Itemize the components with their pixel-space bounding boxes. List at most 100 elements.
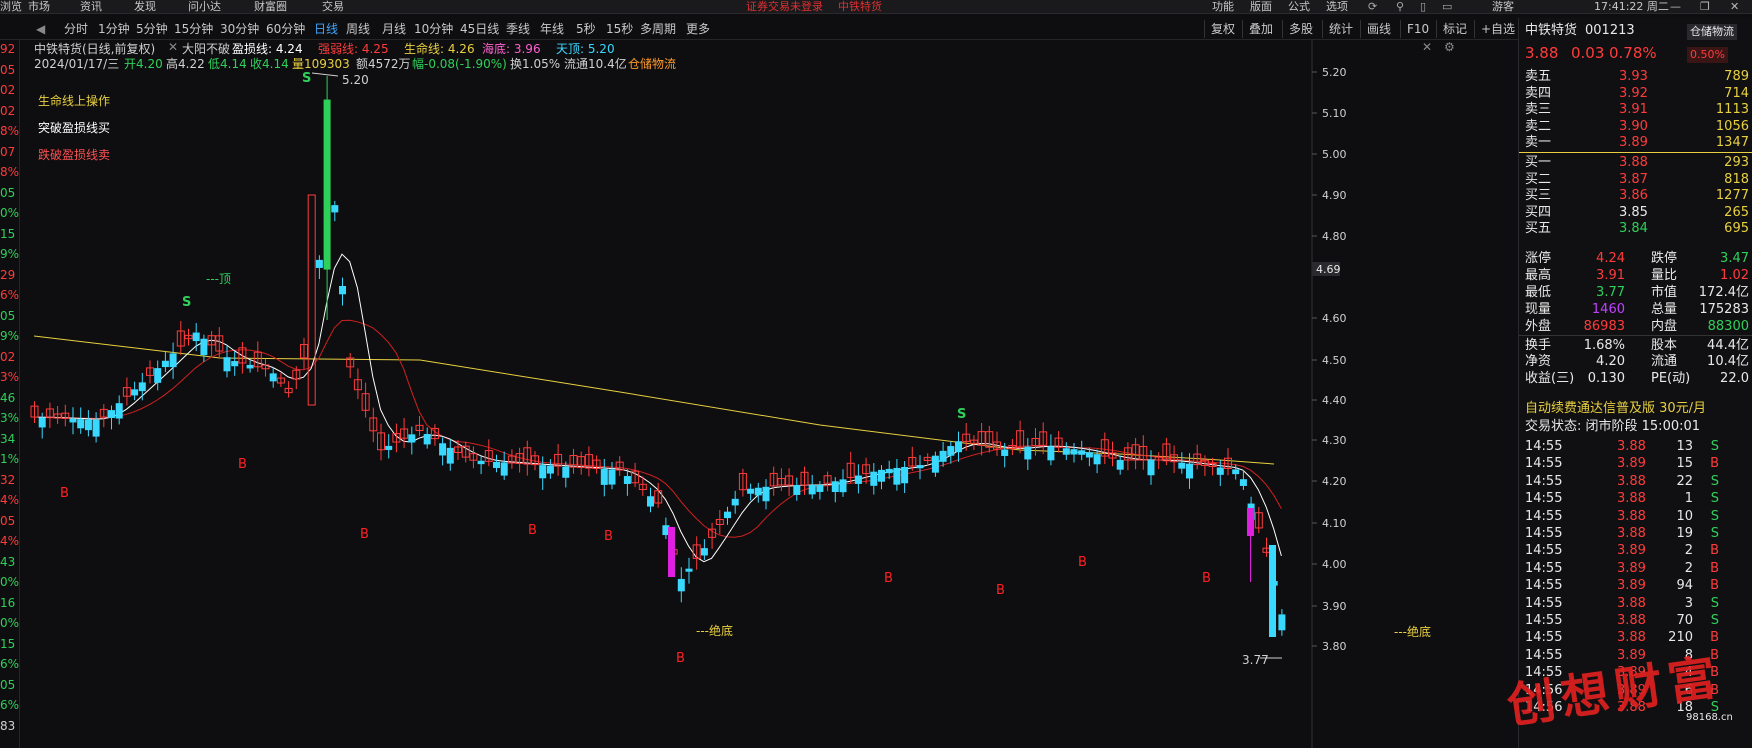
period-daily[interactable]: 日线 [314,20,338,38]
tick-row[interactable]: 14:55 3.88 70 S [1519,612,1752,630]
left-list-cell[interactable]: 05 [0,514,15,528]
period-60min[interactable]: 60分钟 [266,20,305,38]
minimize-icon[interactable]: — [1670,0,1681,13]
tool-multi-stock[interactable]: 多股 [1282,20,1313,38]
left-list-cell[interactable]: 05 [0,678,15,692]
asks-level[interactable]: 卖二 3.90 1056 [1519,118,1752,136]
left-list-cell[interactable]: 83 [0,719,15,733]
left-list-cell[interactable]: 34 [0,432,15,446]
left-list-cell[interactable]: 4% [0,534,19,548]
period-5min[interactable]: 5分钟 [136,20,168,38]
period-more[interactable]: 更多 [686,20,710,38]
tool-mark[interactable]: 标记 [1436,20,1467,38]
period-1min[interactable]: 1分钟 [98,20,130,38]
period-year[interactable]: 年线 [540,20,564,38]
tick-row[interactable]: 14:55 3.88 3 S [1519,595,1752,613]
period-15min[interactable]: 15分钟 [174,20,213,38]
left-list-cell[interactable]: 0% [0,575,19,589]
menu-market[interactable]: 市场 [28,0,50,13]
tick-row[interactable]: 14:56 3.88 18 S [1519,699,1752,717]
left-list-cell[interactable]: 02 [0,104,15,118]
refresh-icon[interactable]: ⟳ [1368,0,1377,13]
quote-sector-badge[interactable]: 仓储物流 [1687,24,1737,40]
tick-row[interactable]: 14:55 3.89 15 B [1519,455,1752,473]
tick-row[interactable]: 14:55 3.88 13 S [1519,438,1752,456]
period-multi[interactable]: 多周期 [640,20,676,38]
asks-level[interactable]: 卖三 3.91 1113 [1519,101,1752,119]
ad-banner[interactable]: 自动续费通达信普及版 30元/月 [1519,400,1752,418]
ad-text[interactable]: 自动续费通达信普及版 30元/月 [1525,400,1706,418]
tool-f10[interactable]: F10 [1400,20,1429,38]
menu-formula[interactable]: 公式 [1288,0,1310,13]
chart-gear-icon[interactable]: ⚙ [1444,40,1455,54]
left-list-cell[interactable]: 02 [0,350,15,364]
menu-trade[interactable]: 交易 [322,0,344,13]
toggle-icon[interactable]: ✕ [168,40,178,54]
tick-row[interactable]: 14:55 3.88 22 S [1519,473,1752,491]
left-list-cell[interactable]: 15 [0,227,15,241]
pin-icon[interactable]: ⚲ [1396,0,1404,13]
tick-row[interactable]: 14:55 3.89 2 B [1519,542,1752,560]
menu-caifuquan[interactable]: 财富圈 [254,0,287,13]
tick-row[interactable]: 14:55 3.89 8 B [1519,647,1752,665]
tick-row[interactable]: 14:55 3.88 19 S [1519,525,1752,543]
left-list-cell[interactable]: 02 [0,83,15,97]
left-list-cell[interactable]: 9% [0,247,19,261]
prev-icon[interactable]: ◀ [36,20,45,38]
tool-overlay[interactable]: 叠加 [1242,20,1273,38]
tick-row[interactable]: 14:55 3.89 2 B [1519,560,1752,578]
asks-level[interactable]: 卖一 3.89 1347 [1519,134,1752,152]
tick-row[interactable]: 14:55 3.88 1 S [1519,490,1752,508]
left-list-cell[interactable]: 16 [0,596,15,610]
period-45day[interactable]: 45日线 [460,20,499,38]
kline-chart[interactable]: 5.20 5.10 5.00 4.90 4.80 4.60 4.50 4.40 4.30 4.20… [20,40,1466,748]
chart-close-icon[interactable]: ✕ [1422,40,1432,54]
left-list-cell[interactable]: 3% [0,370,19,384]
menu-news[interactable]: 资讯 [80,0,102,13]
menu-layout[interactable]: 版面 [1250,0,1272,13]
period-5s[interactable]: 5秒 [576,20,596,38]
left-list-cell[interactable]: 3% [0,411,19,425]
left-list-cell[interactable]: 07 [0,145,15,159]
left-list-cell[interactable]: 43 [0,555,15,569]
left-list-cell[interactable]: 0% [0,616,19,630]
close-icon[interactable]: ✕ [1730,0,1739,13]
period-15s[interactable]: 15秒 [606,20,633,38]
period-quarter[interactable]: 季线 [506,20,530,38]
left-list-cell[interactable]: 0% [0,206,19,220]
left-list-cell[interactable]: 15 [0,637,15,651]
asks-level[interactable]: 卖五 3.93 789 [1519,68,1752,86]
tick-row[interactable]: 14:55 3.88 210 B [1519,629,1752,647]
restore-icon[interactable]: ❐ [1700,0,1710,13]
tool-draw[interactable]: 画线 [1360,20,1391,38]
left-list-cell[interactable]: 9% [0,329,19,343]
bids-level[interactable]: 买三 3.86 1277 [1519,187,1752,205]
menu-function[interactable]: 功能 [1212,0,1234,13]
period-10min[interactable]: 10分钟 [414,20,453,38]
left-list-cell[interactable]: 6% [0,288,19,302]
left-list-cell[interactable]: 8% [0,165,19,179]
left-list-cell[interactable]: 05 [0,186,15,200]
tool-fuquan[interactable]: 复权 [1204,20,1235,38]
bids-level[interactable]: 买五 3.84 695 [1519,220,1752,238]
user-label[interactable]: 游客 [1492,0,1514,13]
menu-discover[interactable]: 发现 [134,0,156,13]
left-list-cell[interactable]: 05 [0,63,15,77]
menu-wenxiaoda[interactable]: 问小达 [188,0,221,13]
left-list-cell[interactable]: 1% [0,452,19,466]
phone-icon[interactable]: ▯ [1420,0,1426,13]
tick-row[interactable]: 14:56 3.89 6 B [1519,682,1752,700]
period-weekly[interactable]: 周线 [346,20,370,38]
left-list-cell[interactable]: 32 [0,473,15,487]
menu-options[interactable]: 选项 [1326,0,1348,13]
tick-row[interactable]: 14:55 3.89 94 B [1519,577,1752,595]
left-list-cell[interactable]: 46 [0,391,15,405]
period-30min[interactable]: 30分钟 [220,20,259,38]
left-list-cell[interactable]: 6% [0,698,19,712]
bar-sector[interactable]: 仓储物流 [628,55,676,72]
left-list-cell[interactable]: 6% [0,657,19,671]
period-monthly[interactable]: 月线 [382,20,406,38]
tick-row[interactable]: 14:55 3.89 4 B [1519,664,1752,682]
menu-browse[interactable]: 浏览 [0,0,22,13]
tool-add-watch[interactable]: +自选 [1474,20,1515,38]
